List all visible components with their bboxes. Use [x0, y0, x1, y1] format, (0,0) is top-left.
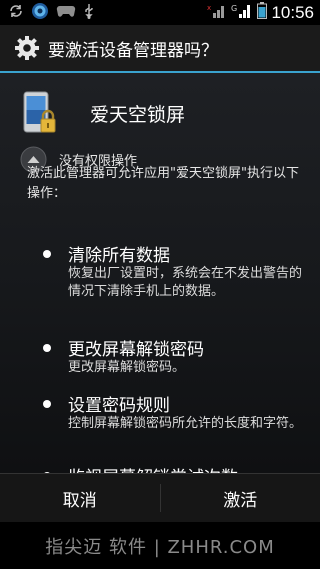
signal-icon: x: [207, 3, 227, 23]
cancel-button[interactable]: 取消: [0, 474, 160, 522]
permission-desc: 更改屏幕解锁密码。: [68, 360, 186, 375]
permission-desc: 控制屏幕解锁密码所允许的长度和字符。: [68, 416, 303, 431]
bullet-icon: [43, 400, 51, 408]
svg-text:x: x: [207, 4, 211, 12]
gear-icon: [14, 35, 40, 61]
permission-title: 设置密码规则: [68, 396, 170, 416]
status-bar: x G 10:56: [0, 0, 320, 25]
dialog-button-bar: 取消 激活: [0, 473, 320, 522]
battery-icon: [257, 2, 268, 23]
permission-title: 监视屏幕解锁尝试次数: [68, 463, 238, 473]
network-type-icon: G: [231, 3, 253, 23]
admin-description: 激活此管理器可允许应用"爱天空锁屏"执行以下操作：: [27, 166, 299, 201]
activate-button[interactable]: 激活: [161, 474, 320, 522]
bullet-icon: [43, 344, 51, 352]
permission-desc: 恢复出厂设置时，系统会在不发出警告的情况下清除手机上的数据。: [68, 266, 303, 299]
game-controller-icon: [56, 3, 76, 22]
dialog-content[interactable]: 爱天空锁屏 没有权限操作 激活此管理器可允许应用"爱天空锁屏"执行以下操作： 清…: [0, 73, 320, 473]
dialog-title: 要激活设备管理器吗？: [48, 40, 218, 61]
app-name: 爱天空锁屏: [90, 103, 186, 126]
bullet-icon: [43, 250, 51, 258]
phone-lock-icon: [22, 91, 58, 135]
permission-title: 清除所有数据: [68, 246, 170, 266]
sync-icon: [8, 3, 24, 23]
permission-title: 更改屏幕解锁密码: [68, 340, 204, 360]
watermark: 指尖迈 软件 | ZHHR.COM: [0, 522, 320, 569]
usb-icon: [83, 3, 95, 23]
clock: 10:56: [271, 2, 314, 22]
dialog-title-bar: 要激活设备管理器吗？: [0, 25, 320, 71]
browser-icon: [31, 2, 49, 24]
svg-text:G: G: [231, 4, 237, 13]
app-header: 爱天空锁屏: [22, 91, 185, 135]
